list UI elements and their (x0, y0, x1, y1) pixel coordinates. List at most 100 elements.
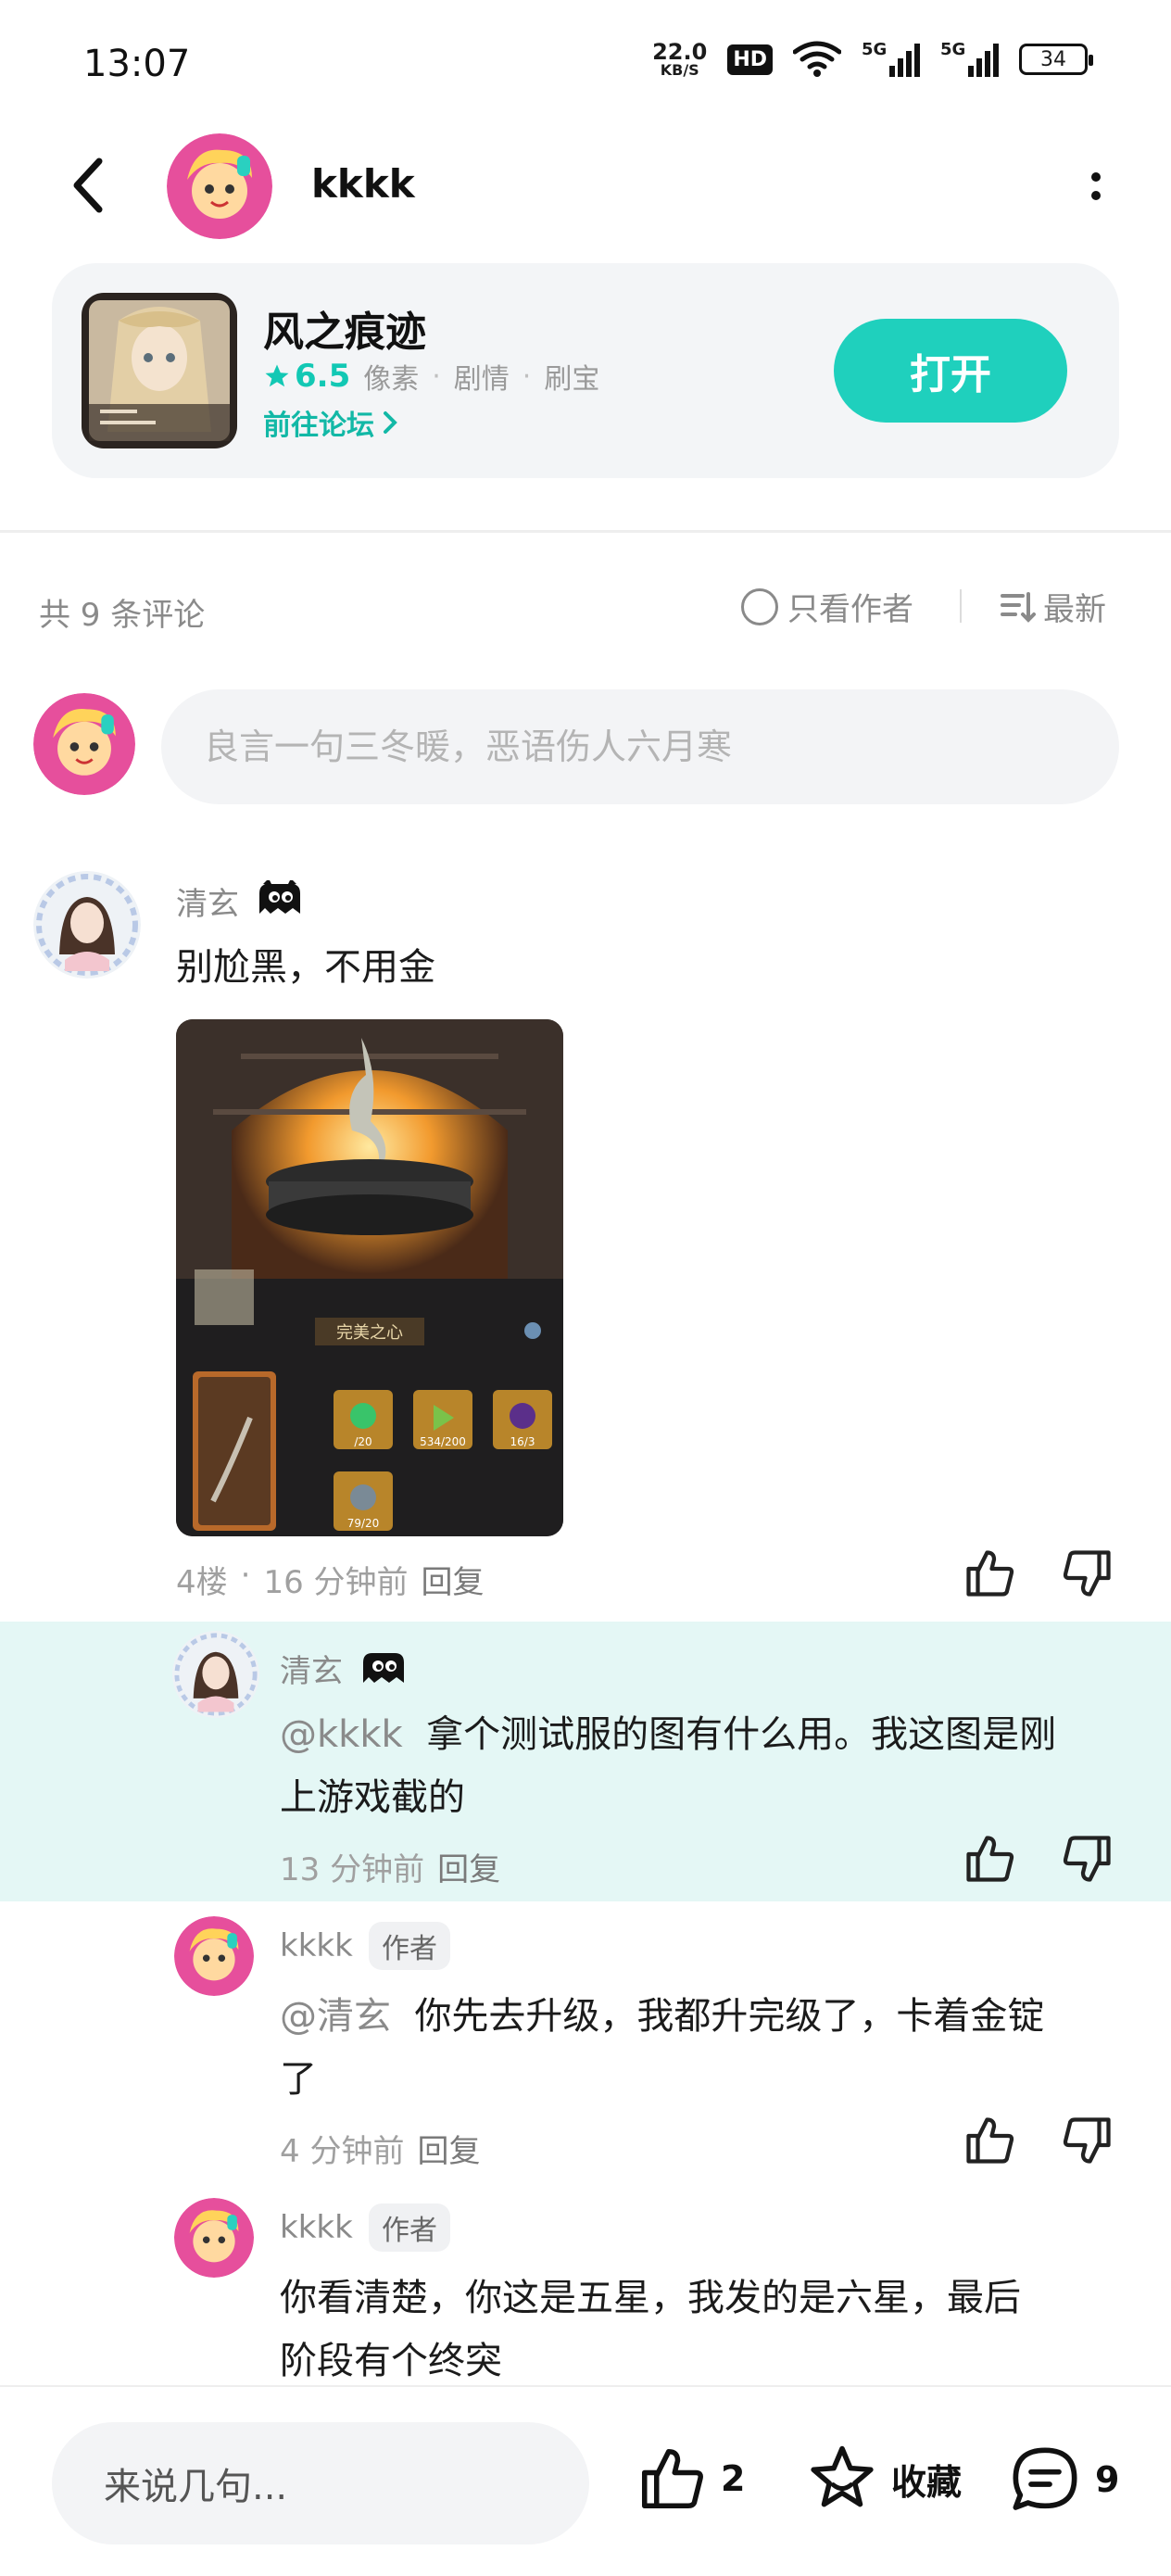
avatar[interactable] (33, 871, 141, 979)
more-dot-icon (1091, 172, 1101, 182)
comment-time: 13 分钟前 (280, 1851, 425, 1888)
signal-icon-1: 5G (862, 40, 920, 77)
back-button[interactable] (56, 148, 120, 222)
star-icon (265, 364, 289, 387)
vertical-divider (960, 589, 962, 623)
image-count: 534/200 (420, 1435, 466, 1448)
wifi-icon (793, 41, 841, 77)
my-avatar (33, 693, 135, 795)
comment-total: 9 (1095, 2459, 1120, 2500)
image-count: /20 (354, 1435, 371, 1448)
status-time: 13:07 (83, 43, 191, 85)
tag-separator: · (522, 360, 532, 393)
status-bar: 13:07 22.0 KB/S HD 5G 5G 34 (0, 0, 1171, 130)
reply-text: 你看清楚，你这是五星，我发的是六星，最后 (280, 2277, 1021, 2319)
ghost-badge-icon (359, 1649, 408, 1686)
dislike-icon[interactable] (1060, 2113, 1115, 2168)
sort-icon (1001, 591, 1036, 623)
image-count: 16/3 (510, 1435, 535, 1448)
thumbs-up-icon (641, 2448, 703, 2509)
bottom-comment-input[interactable]: 来说几句... (52, 2422, 589, 2544)
game-tag: 刷宝 (544, 363, 600, 396)
collect-label: 收藏 (891, 2461, 963, 2503)
more-options-button[interactable] (1082, 163, 1110, 209)
game-card[interactable]: 风之痕迹 6.5 像素 · 剧情 · 刷宝 前往论坛 打开 (52, 263, 1119, 478)
radio-icon (741, 587, 778, 625)
collect-button[interactable]: 收藏 (806, 2443, 962, 2515)
signal-2-label: 5G (940, 40, 966, 59)
reply-text-line: @清玄 你先去升级，我都升完级了，卡着金锭 (280, 1985, 1044, 2048)
only-author-toggle[interactable]: 只看作者 (741, 584, 913, 629)
header-avatar[interactable] (167, 133, 272, 239)
battery-icon: 34 (1019, 44, 1093, 75)
comment-count: 共 9 条评论 (39, 597, 206, 634)
network-speed: 22.0 KB/S (652, 41, 707, 78)
game-icon[interactable] (82, 293, 237, 448)
comment-text: 别尬黑，不用金 (176, 946, 435, 989)
reply-button[interactable]: 回复 (422, 1557, 485, 1602)
game-tag: 剧情 (453, 363, 510, 396)
ghost-badge-icon (256, 878, 304, 917)
comment-time: 4 分钟前 (280, 2133, 405, 2170)
status-icons: 22.0 KB/S HD 5G 5G 34 (652, 40, 1093, 78)
only-author-label: 只看作者 (787, 591, 913, 628)
comments-button[interactable]: 9 (1008, 2443, 1119, 2517)
top-header: kkkk (0, 130, 1171, 241)
reply-text: 阶段有个终突 (280, 2340, 502, 2382)
open-game-button[interactable]: 打开 (834, 319, 1067, 423)
battery-level: 34 (1040, 47, 1066, 71)
signal-icon-2: 5G (940, 40, 999, 77)
game-rating: 6.5 (263, 358, 350, 395)
star-outline-icon (811, 2445, 874, 2507)
like-icon[interactable] (962, 2113, 1017, 2168)
comment-meta: 4 分钟前 回复 (280, 2126, 480, 2171)
avatar[interactable] (174, 1916, 254, 1996)
reply-text: 了 (280, 2058, 317, 2101)
sort-button[interactable]: 最新 (999, 584, 1106, 629)
forum-link[interactable]: 前往论坛 (263, 402, 398, 443)
sort-label: 最新 (1043, 591, 1106, 628)
signal-1-label: 5G (862, 40, 888, 59)
hd-icon: HD (727, 44, 773, 75)
section-divider (0, 530, 1171, 533)
like-count: 2 (721, 2458, 746, 2499)
comment-meta: 4楼 · 16 分钟前 回复 (176, 1557, 485, 1602)
like-icon[interactable] (962, 1546, 1017, 1601)
rating-value: 6.5 (295, 358, 351, 395)
avatar[interactable] (172, 1631, 259, 1718)
like-post-button[interactable]: 2 (636, 2443, 745, 2515)
dislike-icon[interactable] (1060, 1831, 1115, 1887)
game-meta: 6.5 像素 · 剧情 · 刷宝 (263, 356, 599, 397)
bottom-bar: 来说几句... 2 收藏 9 (0, 2385, 1171, 2576)
forum-link-label: 前往论坛 (263, 410, 374, 442)
image-title: 完美之心 (336, 1323, 403, 1343)
comment-username[interactable]: 清玄 (176, 878, 239, 924)
reply-button[interactable]: 回复 (417, 2126, 480, 2171)
meta-separator: · (240, 1557, 251, 1594)
mention[interactable]: @清玄 (280, 1995, 391, 2038)
reply-button[interactable]: 回复 (437, 1844, 500, 1889)
comment-input[interactable] (161, 689, 1119, 804)
comment-image[interactable]: 完美之心 /20 534/200 16/3 79/20 (176, 1019, 563, 1536)
reply-text: 上游戏截的 (280, 1776, 465, 1819)
like-icon[interactable] (962, 1831, 1017, 1887)
comment-bubble-icon (1013, 2447, 1077, 2510)
comment-username[interactable]: kkkk (280, 2209, 353, 2246)
reply-text: 拿个测试服的图有什么用。我这图是刚 (426, 1713, 1057, 1756)
author-tag: 作者 (369, 1922, 450, 1970)
reply-text-line: @kkkk 拿个测试服的图有什么用。我这图是刚 (280, 1703, 1056, 1766)
game-tag: 像素 (363, 363, 420, 396)
avatar[interactable] (174, 2198, 254, 2278)
comment-username[interactable]: 清玄 (280, 1646, 343, 1691)
network-speed-value: 22.0 (652, 39, 708, 65)
author-tag: 作者 (369, 2203, 450, 2252)
dislike-icon[interactable] (1060, 1546, 1115, 1601)
comment-meta: 13 分钟前 回复 (280, 1844, 500, 1889)
mention[interactable]: @kkkk (280, 1713, 403, 1756)
image-count: 79/20 (347, 1517, 380, 1530)
comment-username[interactable]: kkkk (280, 1927, 353, 1964)
tag-separator: · (432, 360, 441, 393)
more-dot-icon (1091, 191, 1101, 200)
comment-time: 16 分钟前 (263, 1564, 409, 1601)
chevron-right-icon (384, 411, 397, 434)
